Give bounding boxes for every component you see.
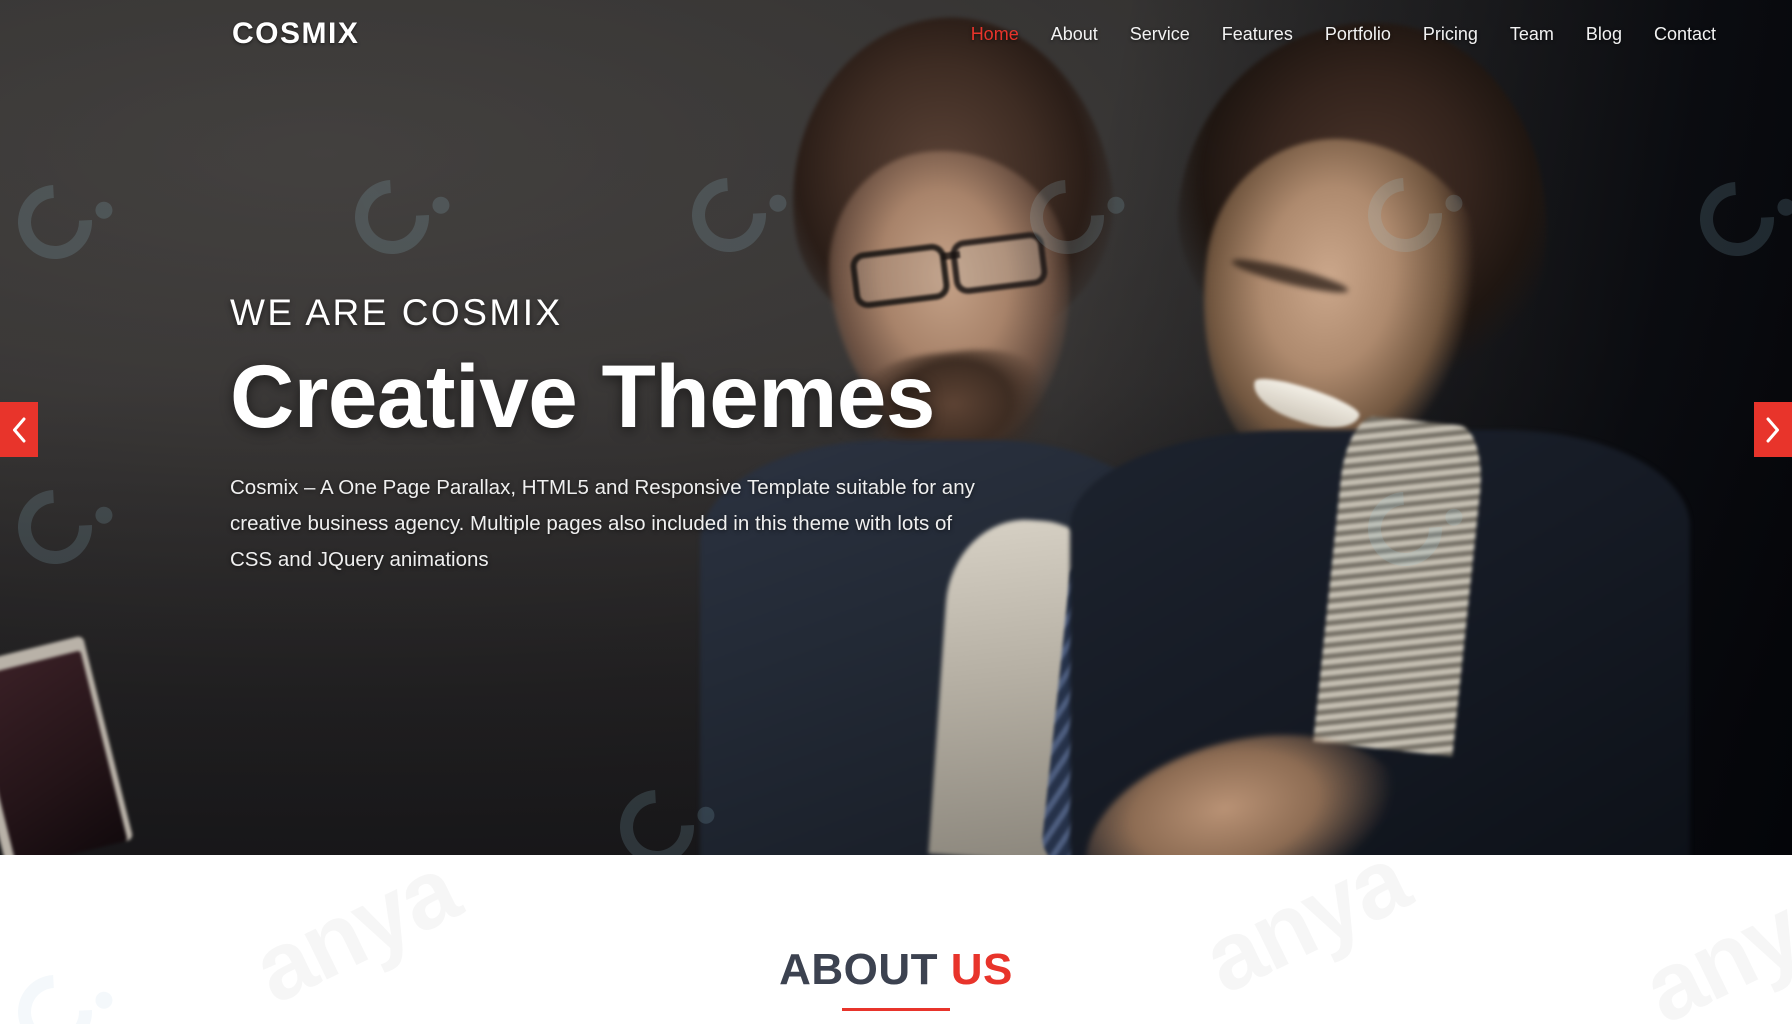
nav-link-portfolio[interactable]: Portfolio <box>1325 24 1391 44</box>
nav-link-contact[interactable]: Contact <box>1654 24 1716 44</box>
nav-link-blog[interactable]: Blog <box>1586 24 1622 44</box>
about-title: ABOUT US <box>0 945 1792 995</box>
nav-item-pricing[interactable]: Pricing <box>1407 24 1494 45</box>
slider-next-button[interactable] <box>1754 402 1792 457</box>
hero-description: Cosmix – A One Page Parallax, HTML5 and … <box>230 476 975 571</box>
nav-item-home[interactable]: Home <box>955 24 1035 45</box>
watermark-text: anya <box>237 855 475 1024</box>
nav-link-home[interactable]: Home <box>971 24 1019 44</box>
photo-eyeglasses-right-lens <box>949 230 1049 296</box>
watermark-logo-icon <box>1352 855 1458 867</box>
about-title-accent: US <box>950 945 1013 994</box>
nav-item-service[interactable]: Service <box>1114 24 1206 45</box>
chevron-left-icon <box>11 417 27 443</box>
watermark-logo-icon <box>676 855 782 865</box>
nav-link-team[interactable]: Team <box>1510 24 1554 44</box>
nav-item-team[interactable]: Team <box>1494 24 1570 45</box>
nav-item-features[interactable]: Features <box>1206 24 1309 45</box>
nav-link-pricing[interactable]: Pricing <box>1423 24 1478 44</box>
about-title-main: ABOUT <box>779 945 939 994</box>
chevron-right-icon <box>1765 417 1781 443</box>
hero-content: WE ARE COSMIX Creative Themes Cosmix – A… <box>230 292 975 578</box>
nav-item-about[interactable]: About <box>1035 24 1114 45</box>
nav-item-contact[interactable]: Contact <box>1638 24 1732 45</box>
about-section: anya anya anya <box>0 855 1792 1024</box>
about-title-underline <box>842 1008 950 1011</box>
slider-prev-button[interactable] <box>0 402 38 457</box>
photo-laptop <box>0 635 134 855</box>
main-navigation: COSMIX Home About Service Features Portfolio… <box>0 0 1792 68</box>
nav-link-features[interactable]: Features <box>1222 24 1293 44</box>
hero-title: Creative Themes <box>230 346 935 446</box>
nav-item-blog[interactable]: Blog <box>1570 24 1638 45</box>
hero-subtitle: WE ARE COSMIX <box>230 292 563 333</box>
about-watermark-overlay: anya anya anya <box>0 855 1792 1024</box>
nav-item-portfolio[interactable]: Portfolio <box>1309 24 1407 45</box>
hero-slider: anya anya anya anya COSMIX HomeAboutServ… <box>0 0 1792 855</box>
nav-menu-list: Home About Service Features Portfolio Pricing… <box>955 24 1732 45</box>
site-logo[interactable]: COSMIX <box>232 17 359 51</box>
watermark-text: anya <box>1627 855 1792 1024</box>
nav-link-about[interactable]: About <box>1051 24 1098 44</box>
nav-link-service[interactable]: Service <box>1130 24 1190 44</box>
